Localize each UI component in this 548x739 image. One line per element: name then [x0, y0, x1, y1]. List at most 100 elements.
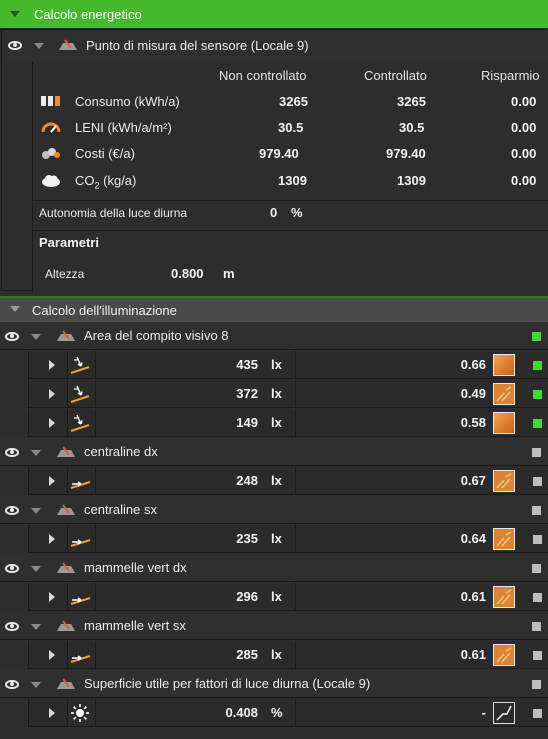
visibility-eye-icon[interactable]: [5, 564, 19, 573]
divider: [295, 351, 296, 379]
uniformity-ratio: -: [481, 705, 486, 720]
expand-triangle-icon[interactable]: [31, 508, 41, 514]
divider: [67, 351, 68, 379]
expand-triangle-icon[interactable]: [49, 389, 55, 399]
expand-triangle-icon[interactable]: [31, 682, 41, 688]
expand-triangle-icon[interactable]: [49, 650, 55, 660]
daylight-autonomy-value[interactable]: 0: [270, 204, 277, 222]
status-indicator: [533, 593, 542, 602]
result-row[interactable]: 435 lx 0.66: [28, 351, 548, 379]
cost-controlled: 979.40: [386, 146, 426, 161]
daylight-factor-swatch[interactable]: [493, 702, 515, 724]
expand-triangle-icon[interactable]: [49, 418, 55, 428]
result-row[interactable]: 149 lx 0.58: [28, 409, 548, 437]
col-saving: Risparmio: [481, 68, 540, 83]
calc-object-row[interactable]: mammelle vert dx: [0, 554, 548, 582]
leni-saving: 0.00: [511, 120, 537, 135]
sensor-group-row[interactable]: Punto di misura del sensore (Locale 9): [2, 30, 548, 62]
calc-object-label: Superficie utile per fattori di luce diu…: [84, 676, 371, 691]
expand-triangle-icon[interactable]: [49, 708, 55, 718]
calc-object-label: centraline sx: [84, 502, 157, 517]
calc-object-row[interactable]: centraline dx: [0, 438, 548, 466]
divider: [95, 351, 96, 379]
divider: [95, 641, 96, 669]
result-row[interactable]: 248 lx 0.67: [28, 467, 548, 495]
status-indicator: [532, 506, 541, 515]
false-color-swatch[interactable]: [493, 354, 515, 376]
visibility-eye-icon[interactable]: [5, 332, 19, 341]
calc-object-label: centraline dx: [84, 444, 158, 459]
uniformity-ratio: 0.64: [460, 531, 486, 546]
visibility-eye-icon[interactable]: [5, 448, 19, 457]
divider: [95, 525, 96, 553]
divider: [95, 467, 96, 495]
params-title: Parametri: [39, 235, 99, 250]
status-indicator: [532, 622, 541, 631]
leni-gauge-icon: [41, 122, 61, 133]
illuminance-value: 235: [236, 531, 258, 546]
status-indicator: [533, 390, 542, 399]
illuminance-value: 248: [236, 473, 258, 488]
expand-triangle-icon[interactable]: [49, 534, 55, 544]
plane-icon: [57, 678, 75, 689]
result-row[interactable]: 0.408% -: [28, 699, 548, 727]
result-row[interactable]: 235 lx 0.64: [28, 525, 548, 553]
consumption-controlled: 3265: [397, 94, 426, 109]
result-row[interactable]: 372 lx 0.49: [28, 380, 548, 408]
daylight-autonomy-label: Autonomia della luce diurna: [39, 206, 188, 220]
result-row[interactable]: 296 lx 0.61: [28, 583, 548, 611]
illuminance-value: 372: [236, 386, 258, 401]
hatch-pattern-icon: [496, 473, 512, 489]
co2-label-sub: 2: [94, 180, 100, 191]
divider: [67, 583, 68, 611]
expand-triangle-icon[interactable]: [49, 360, 55, 370]
cost-label: Costi (€/a): [75, 146, 135, 161]
collapse-triangle-icon[interactable]: [10, 11, 20, 17]
false-color-swatch[interactable]: [493, 470, 515, 492]
energy-calc-title: Calcolo energetico: [34, 7, 142, 22]
illuminance-unit: lx: [271, 473, 282, 488]
status-indicator: [533, 419, 542, 428]
expand-triangle-icon[interactable]: [34, 43, 44, 49]
task-area-icon: [70, 385, 90, 403]
false-color-swatch[interactable]: [493, 528, 515, 550]
expand-triangle-icon[interactable]: [31, 450, 41, 456]
co2-controlled: 1309: [397, 173, 426, 188]
expand-triangle-icon[interactable]: [31, 566, 41, 572]
energy-panel: Punto di misura del sensore (Locale 9) N…: [1, 29, 548, 292]
calc-object-row[interactable]: mammelle vert sx: [0, 612, 548, 640]
divider: [67, 525, 68, 553]
calc-object-row[interactable]: Area del compito visivo 8: [0, 322, 548, 350]
collapse-triangle-icon[interactable]: [10, 306, 20, 312]
height-value[interactable]: 0.800: [171, 265, 204, 283]
expand-triangle-icon[interactable]: [31, 624, 41, 630]
calc-object-row[interactable]: centraline sx: [0, 496, 548, 524]
false-color-swatch[interactable]: [493, 644, 515, 666]
expand-triangle-icon[interactable]: [49, 592, 55, 602]
status-indicator: [532, 680, 541, 689]
divider: [33, 230, 548, 231]
consumption-uncontrolled: 3265: [279, 94, 308, 109]
calc-surface-icon: [70, 481, 91, 489]
visibility-eye-icon[interactable]: [5, 680, 19, 689]
false-color-swatch[interactable]: [493, 383, 515, 405]
co2-saving: 0.00: [511, 173, 537, 188]
divider: [67, 467, 68, 495]
illuminance-value: 0.408: [225, 705, 258, 720]
uniformity-ratio: 0.58: [460, 415, 486, 430]
result-row[interactable]: 285 lx 0.61: [28, 641, 548, 669]
co2-cloud-icon: [42, 175, 60, 187]
lighting-calc-header[interactable]: Calcolo dell'illuminazione: [0, 296, 548, 322]
visibility-eye-icon[interactable]: [5, 506, 19, 515]
task-area-icon: [70, 414, 90, 432]
energy-calc-header[interactable]: Calcolo energetico: [0, 0, 548, 28]
visibility-eye-icon[interactable]: [5, 622, 19, 631]
visibility-eye-icon[interactable]: [8, 41, 22, 50]
false-color-swatch[interactable]: [493, 586, 515, 608]
daylight-curve-icon: [496, 705, 512, 721]
expand-triangle-icon[interactable]: [49, 476, 55, 486]
false-color-swatch[interactable]: [493, 412, 515, 434]
expand-triangle-icon[interactable]: [31, 334, 41, 340]
divider: [295, 641, 296, 669]
calc-object-row[interactable]: Superficie utile per fattori di luce diu…: [0, 670, 548, 698]
